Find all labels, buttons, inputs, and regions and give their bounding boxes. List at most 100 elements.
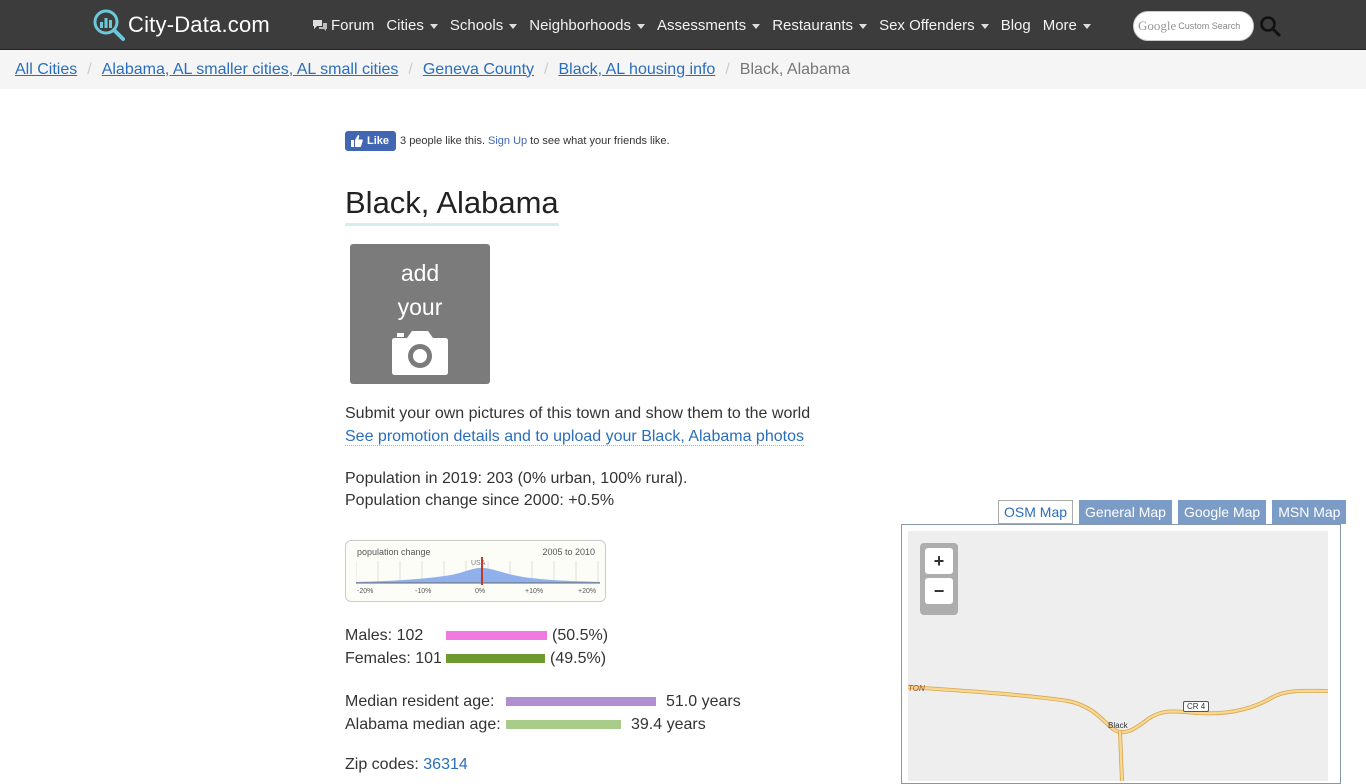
state-age-row: Alabama median age: 39.4 years (345, 713, 885, 736)
map-town-label: Black (1108, 721, 1128, 730)
nav-item-forum[interactable]: Forum (312, 17, 374, 34)
females-row: Females: 101 (49.5%) (345, 647, 885, 670)
breadcrumb-separator: / (725, 60, 730, 78)
nav-item-assessments[interactable]: Assessments (656, 16, 761, 34)
page-title: Black, Alabama (345, 185, 559, 226)
add-photo-button[interactable]: add your (350, 244, 490, 384)
tab-osm-map[interactable]: OSM Map (998, 500, 1074, 524)
map-zoom-control: + − (920, 543, 958, 615)
caret-down-icon (752, 23, 761, 29)
map-frame: TON Black CR 4 + − (901, 524, 1341, 784)
chat-icon (313, 19, 327, 31)
custom-search-input[interactable]: Google Custom Search (1133, 11, 1254, 41)
tab-msn-map[interactable]: MSN Map (1272, 500, 1347, 524)
breadcrumb-housing-info[interactable]: Black, AL housing info (558, 61, 715, 79)
nav-label: Schools (449, 16, 504, 34)
map-tabs: OSM Map General Map Google Map MSN Map (998, 500, 1352, 524)
state-age-bar (506, 720, 621, 729)
tab-google-map[interactable]: Google Map (1177, 500, 1267, 524)
females-label: Females: 101 (345, 649, 442, 667)
zip-label: Zip codes: (345, 756, 419, 773)
nav-item-schools[interactable]: Schools (449, 16, 518, 34)
age-bars: Median resident age: 51.0 years Alabama … (345, 690, 885, 736)
zoom-out-button[interactable]: − (925, 578, 953, 604)
breadcrumb-geneva-county[interactable]: Geneva County (423, 61, 534, 79)
nav-item-sex-offenders[interactable]: Sex Offenders (879, 17, 989, 34)
like-count-text: 3 people like this. (400, 135, 486, 147)
search-icon[interactable] (1259, 15, 1281, 37)
tick-label: +10% (525, 588, 544, 595)
photo-text-line1: add (400, 260, 440, 286)
zip-codes: Zip codes: 36314 (345, 756, 885, 774)
google-brand: Google (1138, 18, 1177, 33)
caret-down-icon (429, 23, 438, 29)
resident-age-row: Median resident age: 51.0 years (345, 690, 885, 713)
facebook-like-row: Like 3 people like this. Sign Up to see … (345, 130, 885, 152)
like-text-after: to see what your friends like. (530, 135, 670, 147)
like-label: Like (367, 135, 390, 147)
breadcrumb-alabama[interactable]: Alabama, AL smaller cities, AL small cit… (102, 61, 399, 79)
females-percent: (49.5%) (550, 649, 607, 667)
nav-item-blog[interactable]: Blog (1001, 17, 1031, 34)
females-bar (446, 654, 545, 663)
photo-text-line2: your (397, 294, 443, 320)
search-placeholder: Custom Search (1178, 21, 1241, 31)
tick-label: -20% (357, 588, 374, 595)
facebook-like-button[interactable]: Like (345, 131, 397, 151)
population-change-chart: population change 2005 to 2010 USA -20% … (345, 540, 606, 602)
males-bar (446, 631, 547, 640)
nav-label: Forum (331, 16, 375, 34)
resident-age-value: 51.0 years (666, 692, 741, 710)
population-change: Population change since 2000: +0.5% (345, 492, 615, 509)
tab-general-map[interactable]: General Map (1079, 500, 1172, 524)
nav-item-neighborhoods[interactable]: Neighborhoods (529, 17, 645, 34)
breadcrumb: All Cities / Alabama, AL smaller cities,… (0, 50, 1366, 89)
nav-label: Sex Offenders (879, 16, 975, 34)
tick-label: -10% (415, 588, 432, 595)
camera-icon (392, 331, 448, 375)
breadcrumb-separator: / (87, 60, 92, 78)
males-row: Males: 102 (50.5%) (345, 624, 885, 647)
logo-text: City-Data.com (128, 12, 270, 37)
males-label: Males: 102 (345, 626, 424, 644)
nav-label: More (1042, 16, 1077, 34)
site-logo[interactable]: City-Data.com (92, 8, 270, 42)
nav-label: Neighborhoods (529, 16, 631, 34)
tick-label: 0% (475, 588, 486, 595)
magnifier-chart-icon (93, 9, 125, 41)
population-info: Population in 2019: 203 (0% urban, 100% … (345, 468, 885, 512)
breadcrumb-separator: / (408, 60, 413, 78)
caret-down-icon (636, 23, 645, 29)
state-age-label: Alabama median age: (345, 715, 501, 733)
tick-label: +20% (578, 588, 597, 595)
zip-code-link[interactable]: 36314 (423, 756, 468, 773)
gender-bars: Males: 102 (50.5%) Females: 101 (49.5%) (345, 624, 885, 670)
state-age-value: 39.4 years (631, 715, 706, 733)
breadcrumb-all-cities[interactable]: All Cities (15, 61, 77, 79)
nav-label: Cities (386, 16, 424, 34)
promotion-upload-link[interactable]: See promotion details and to upload your… (345, 428, 804, 446)
caret-down-icon (509, 23, 518, 29)
nav-item-cities[interactable]: Cities (386, 17, 438, 34)
males-percent: (50.5%) (552, 626, 609, 644)
nav-label: Blog (1000, 16, 1031, 34)
nav-item-more[interactable]: More (1043, 17, 1091, 34)
zoom-in-button[interactable]: + (925, 548, 953, 574)
caret-down-icon (859, 23, 868, 29)
nav-label: Restaurants (772, 16, 854, 34)
distribution-curve (356, 557, 600, 585)
map-road-shield: CR 4 (1183, 701, 1210, 712)
top-navbar: City-Data.com Forum Cities Schools Neigh… (0, 0, 1366, 50)
facebook-sign-up-link[interactable]: Sign Up (488, 135, 527, 147)
main-content: Like 3 people like this. Sign Up to see … (345, 130, 885, 774)
map-place-partial: TON (908, 684, 925, 693)
breadcrumb-separator: / (544, 60, 549, 78)
nav-item-restaurants[interactable]: Restaurants (772, 16, 868, 34)
caret-down-icon (1082, 23, 1091, 29)
resident-age-bar (506, 697, 656, 706)
breadcrumb-current: Black, Alabama (739, 60, 851, 78)
nav-label: Assessments (656, 16, 747, 34)
map-roads (908, 685, 1328, 781)
map-canvas[interactable]: TON Black CR 4 + − (908, 531, 1328, 781)
nav-menu: Forum Cities Schools Neighborhoods Asses… (306, 0, 1097, 50)
